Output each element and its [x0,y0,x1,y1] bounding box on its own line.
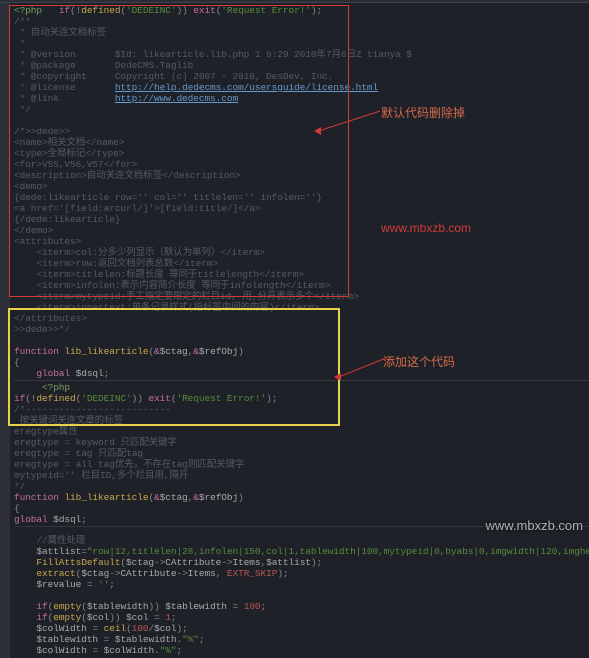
code-line: * [14,38,589,49]
code-line: * @version $Id: likearticle.lib.php 1 9:… [14,49,589,60]
code-line: eregtype属性 [14,426,589,437]
code-line: </attributes> [14,313,589,324]
code-line: /*-------------------------- [14,404,589,415]
code-line: </demo> [14,225,589,236]
code-line: <iterm>titlelen:标题长度 等同于titlelength</ite… [14,269,589,280]
code-line: <iterm>row:返回文档列表总数</iterm> [14,258,589,269]
code-line: {/dede:likearticle} [14,214,589,225]
code-line: <iterm>infolen:表示内容简介长度 等同于infolength</i… [14,280,589,291]
code-line: eregtype = all tag优先，不存在tag则匹配关键字 [14,459,589,470]
code-line: <attributes> [14,236,589,247]
watermark: www.mbxzb.com [485,518,583,533]
code-line: <type>全局标记</type> [14,148,589,159]
code-line: <demo> [14,181,589,192]
code-line: */ [14,481,589,492]
code-line: <iterm>innertext:单条记录样式(指标签中间的内容)</iterm… [14,302,589,313]
code-line: /** [14,16,589,27]
site-link[interactable]: http://www.dedecms.com [115,93,238,104]
code-line: {dede:likearticle row='' col='' titlelen… [14,192,589,203]
code-line: */ [14,104,589,115]
code-line: <iterm>col:分多少列显示（默认为单列）</iterm> [14,247,589,258]
code-line: mytypeid='' 栏目ID,多个栏目用,隔开 [14,470,589,481]
php-tag: <?php [14,5,59,16]
code-line [14,115,589,126]
code-line: /*>>dede>> [14,126,589,137]
code-line: <description>自动关连文档标签</description> [14,170,589,181]
license-link[interactable]: http://help.dedecms.com/usersguide/licen… [115,82,378,93]
code-line: * @copyright Copyright (c) 2007 - 2010, … [14,71,589,82]
code-line: <a href='[field:arcurl/]'>[field:title/]… [14,203,589,214]
code-line: >>dede>>*/ [14,324,589,335]
code-line: <for>V55,V56,V57</for> [14,159,589,170]
code-line: * @package DedeCMS.Taglib [14,60,589,71]
code-line [14,335,589,346]
code-line: //属性处理 [14,535,589,546]
code-line [14,590,589,601]
code-line: <iterm>mytypeid:手工指定要限定的栏目id, 用,分开表示多个</… [14,291,589,302]
code-editor[interactable]: <?php if(!defined('DEDEINC')) exit('Requ… [0,3,589,658]
code-line: eregtype = keyword 只匹配关键字 [14,437,589,448]
code-line: eregtype = tag 只匹配tag [14,448,589,459]
code-line: 按关键词关连文章的标签 [14,415,589,426]
code-line: <name>相关文档</name> [14,137,589,148]
code-line: * 自动关连文档标签 [14,27,589,38]
